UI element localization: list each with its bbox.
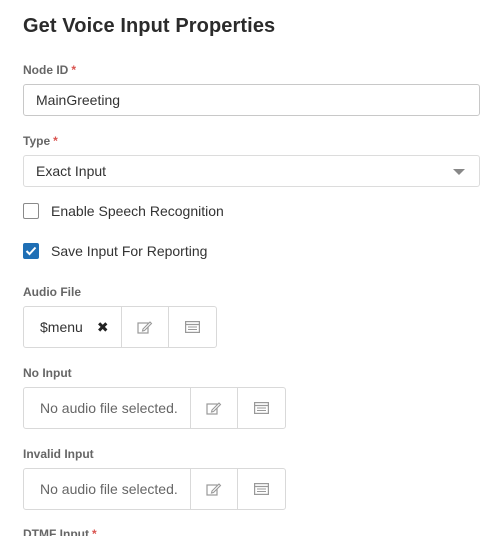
no-input-value[interactable]: No audio file selected. [24,388,191,428]
list-icon [184,321,200,333]
audio-file-label: Audio File [23,285,81,299]
type-label: Type * [23,134,58,148]
panel-title: Get Voice Input Properties [23,15,276,37]
invalid-input-group: No audio file selected. [23,468,286,510]
no-input-text: No audio file selected. [40,400,178,416]
invalid-input-edit-button[interactable] [191,469,238,509]
enable-speech-label: Enable Speech Recognition [51,203,224,219]
required-marker: * [71,63,77,77]
node-id-input[interactable] [23,84,480,116]
audio-file-edit-button[interactable] [122,307,169,347]
edit-icon [136,321,152,334]
required-marker: * [91,527,97,536]
audio-file-text: $menu [40,319,83,335]
checkmark-icon [25,246,37,256]
audio-file-list-button[interactable] [169,307,216,347]
node-id-label: Node ID * [23,63,76,77]
node-id-label-text: Node ID [23,63,69,77]
audio-file-group: $menu ✖ [23,306,217,348]
type-select-value: Exact Input [36,163,107,179]
enable-speech-checkbox[interactable] [23,203,39,219]
list-icon [253,402,269,414]
chevron-down-icon [453,169,465,175]
invalid-input-text: No audio file selected. [40,481,178,497]
enable-speech-row[interactable]: Enable Speech Recognition [23,203,224,219]
type-select[interactable]: Exact Input [23,155,480,187]
list-icon [253,483,269,495]
invalid-input-list-button[interactable] [238,469,285,509]
type-label-text: Type [23,134,51,148]
save-input-label: Save Input For Reporting [51,243,208,259]
no-input-group: No audio file selected. [23,387,286,429]
edit-icon [206,483,222,496]
no-input-list-button[interactable] [238,388,285,428]
dtmf-input-label: DTMF Input * [23,527,97,536]
properties-panel: Get Voice Input Properties Node ID* Type… [0,0,504,536]
edit-icon [206,402,222,415]
clear-icon[interactable]: ✖ [97,319,109,336]
audio-file-value[interactable]: $menu ✖ [24,307,122,347]
no-input-label: No Input [23,366,72,380]
invalid-input-label: Invalid Input [23,447,94,461]
dtmf-input-label-text: DTMF Input [23,527,89,536]
required-marker: * [53,134,58,148]
invalid-input-value[interactable]: No audio file selected. [24,469,191,509]
save-input-checkbox[interactable] [23,243,39,259]
no-input-edit-button[interactable] [191,388,238,428]
save-input-row[interactable]: Save Input For Reporting [23,243,207,259]
